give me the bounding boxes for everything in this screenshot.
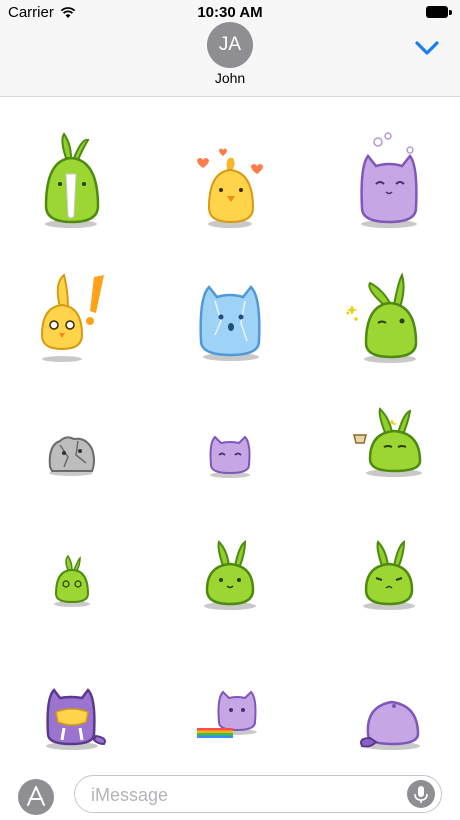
contact-name[interactable]: John	[0, 70, 460, 86]
status-bar: Carrier 10:30 AM	[0, 0, 460, 24]
sticker-gray-stone-blob[interactable]	[16, 401, 126, 511]
message-field[interactable]	[74, 775, 442, 814]
app-store-button[interactable]	[18, 779, 54, 815]
message-input-bar	[0, 760, 460, 818]
sticker-green-bunny-tea[interactable]	[334, 401, 444, 511]
sticker-yellow-bunny-exclamation[interactable]	[16, 261, 126, 371]
microphone-button[interactable]	[407, 780, 435, 808]
microphone-icon	[414, 786, 428, 803]
sticker-purple-cat-bubbles[interactable]	[334, 126, 444, 236]
sticker-grid	[0, 96, 460, 756]
sticker-purple-cat-small[interactable]	[175, 401, 285, 511]
sticker-green-bunny-smiling[interactable]	[175, 536, 285, 646]
imessage-input[interactable]	[89, 776, 393, 814]
chevron-down-icon	[415, 41, 439, 55]
collapse-button[interactable]	[412, 36, 442, 60]
conversation-header: Carrier 10:30 AM JA John	[0, 0, 460, 97]
sticker-yellow-chick-hearts[interactable]	[175, 126, 285, 236]
battery-icon	[426, 6, 452, 18]
sticker-green-bunny-drooling[interactable]	[16, 126, 126, 236]
sticker-green-bunny-dizzy[interactable]	[16, 536, 126, 646]
sticker-green-bunny-winking[interactable]	[334, 261, 444, 371]
sticker-green-bunny-frown[interactable]	[334, 536, 444, 646]
avatar-initials: JA	[218, 34, 242, 55]
sticker-blue-cat-frozen[interactable]	[175, 261, 285, 371]
contact-avatar[interactable]: JA	[207, 22, 253, 68]
app-store-icon	[27, 786, 45, 806]
status-time: 10:30 AM	[197, 4, 263, 21]
